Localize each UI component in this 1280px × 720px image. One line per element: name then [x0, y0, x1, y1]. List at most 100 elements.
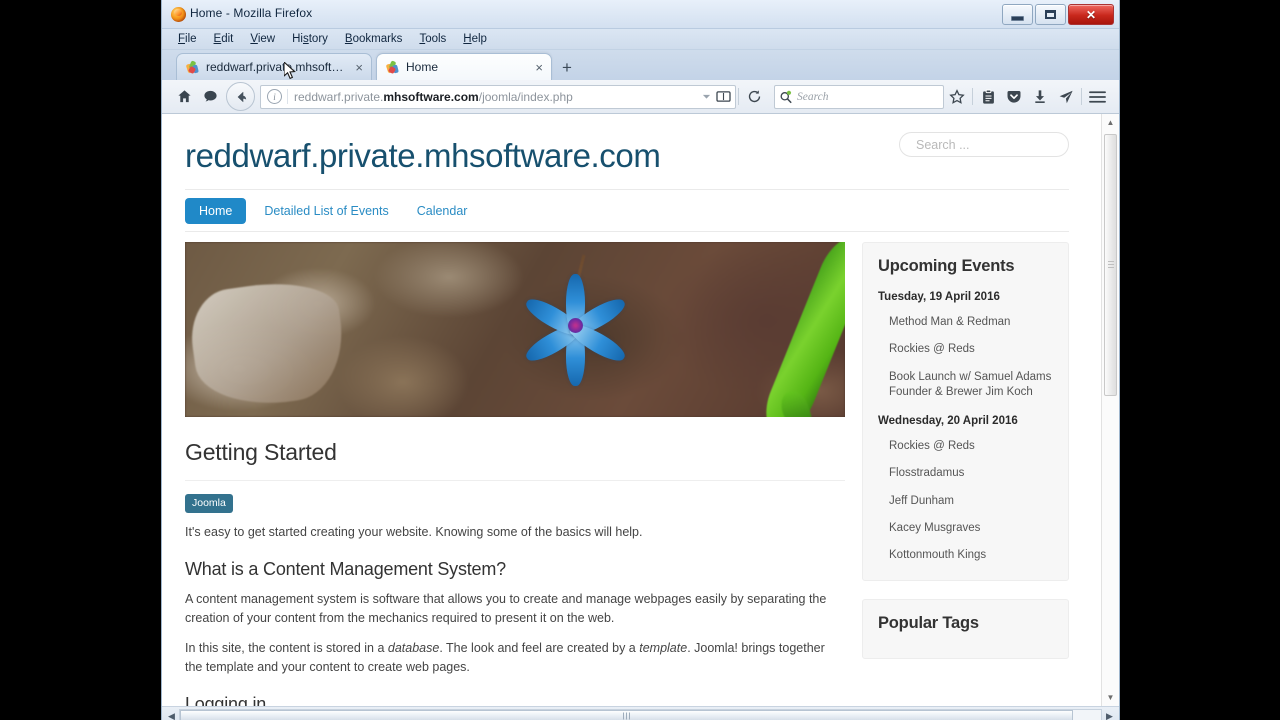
event-item[interactable]: Rockies @ Reds	[878, 439, 1053, 454]
menu-item-view[interactable]: View	[247, 32, 278, 46]
article-heading-login: Logging in	[185, 693, 267, 707]
article-intro: It's easy to get started creating your w…	[185, 525, 643, 539]
article-heading-cms: What is a Content Management System?	[185, 558, 506, 579]
main-navigation: Home Detailed List of Events Calendar	[185, 190, 1069, 232]
browser-search-placeholder: Search	[797, 90, 829, 103]
event-date-1: Tuesday, 19 April 2016	[878, 291, 1000, 303]
sidebar-column: Upcoming Events Tuesday, 19 April 2016 M…	[862, 242, 1069, 706]
back-button[interactable]	[226, 82, 255, 111]
dropdown-arrow-icon[interactable]	[698, 92, 715, 101]
tab-strip: reddwarf.private.mhsoftwa... × Home × +	[162, 50, 1119, 80]
home-icon[interactable]	[171, 84, 197, 110]
event-item[interactable]: Kacey Musgraves	[878, 521, 1053, 536]
toolbar-divider	[972, 88, 973, 105]
blue-flower-shape	[510, 254, 640, 406]
library-icon[interactable]	[975, 84, 1001, 110]
scroll-thumb-grip	[622, 712, 631, 720]
module-title-popular-tags: Popular Tags	[878, 613, 979, 632]
url-domain: mhsoftware.com	[383, 89, 479, 104]
tab-title-2: Home	[406, 60, 439, 74]
pocket-icon[interactable]	[1001, 84, 1027, 110]
horizontal-scrollbar[interactable]: ◀ ▶	[162, 707, 1119, 720]
new-tab-button[interactable]: +	[562, 59, 572, 76]
event-item[interactable]: Book Launch w/ Samuel Adams Founder & Br…	[878, 370, 1053, 401]
close-icon: ✕	[1085, 7, 1097, 22]
nav-item-detailed-list-of-events[interactable]: Detailed List of Events	[254, 198, 398, 224]
letterbox-right	[1120, 0, 1280, 720]
scroll-left-icon[interactable]: ◀	[164, 711, 179, 720]
browser-tab-2[interactable]: Home ×	[376, 53, 552, 80]
nav-item-home[interactable]: Home	[185, 197, 247, 224]
scroll-up-icon[interactable]: ▲	[1102, 114, 1119, 131]
reload-icon[interactable]	[741, 84, 767, 110]
toolbar-divider	[1081, 88, 1082, 105]
joomla-favicon-icon	[185, 60, 200, 75]
module-popular-tags: Popular Tags	[862, 598, 1069, 659]
event-item[interactable]: Method Man & Redman	[878, 315, 1053, 330]
hero-image	[185, 242, 845, 417]
vertical-scrollbar[interactable]: ▲ ▼	[1101, 114, 1119, 706]
downloads-icon[interactable]	[1027, 84, 1053, 110]
send-tab-icon[interactable]	[1053, 84, 1079, 110]
maximize-button[interactable]	[1035, 4, 1066, 25]
nav-item-calendar[interactable]: Calendar	[407, 198, 478, 224]
window-title: Home - Mozilla Firefox	[190, 6, 313, 20]
scroll-right-icon[interactable]: ▶	[1102, 711, 1117, 720]
mouse-cursor-icon	[284, 62, 296, 80]
chat-icon[interactable]	[197, 84, 223, 110]
bookmark-star-icon[interactable]	[944, 84, 970, 110]
tab-close-icon-2[interactable]: ×	[535, 61, 543, 74]
article-tag-badge[interactable]: Joomla	[185, 494, 233, 513]
minimize-button[interactable]	[1002, 4, 1033, 25]
firefox-window: Home - Mozilla Firefox ✕ File Edit View …	[161, 0, 1120, 720]
content-columns: Getting Started Joomla It's easy to get …	[185, 232, 1069, 706]
main-content-column: Getting Started Joomla It's easy to get …	[185, 242, 845, 706]
menu-item-help[interactable]: Help	[460, 32, 490, 46]
browser-tab-1[interactable]: reddwarf.private.mhsoftwa... ×	[176, 53, 372, 80]
article-divider	[185, 480, 845, 481]
page-viewport: reddwarf.private.mhsoftware.com Search .…	[162, 114, 1119, 707]
event-date-2: Wednesday, 20 April 2016	[878, 415, 1018, 428]
menu-item-tools[interactable]: Tools	[416, 32, 449, 46]
event-item[interactable]: Jeff Dunham	[878, 494, 1053, 509]
window-controls: ✕	[1002, 4, 1114, 25]
horizontal-scroll-track[interactable]	[179, 709, 1102, 720]
menu-item-edit[interactable]: Edit	[211, 32, 237, 46]
close-button[interactable]: ✕	[1068, 4, 1114, 25]
module-title-upcoming-events: Upcoming Events	[878, 257, 1015, 275]
url-suffix: /joomla/index.php	[478, 89, 573, 104]
menu-item-bookmarks[interactable]: Bookmarks	[342, 32, 406, 46]
scroll-down-icon[interactable]: ▼	[1102, 689, 1119, 706]
reader-mode-icon[interactable]	[715, 90, 732, 103]
site-search-placeholder: Search ...	[916, 137, 970, 152]
event-item[interactable]: Rockies @ Reds	[878, 342, 1053, 357]
site-search-input[interactable]: Search ...	[899, 132, 1069, 157]
identity-info-icon[interactable]: i	[267, 89, 282, 104]
toolbar-divider	[738, 88, 739, 105]
url-text: reddwarf.private.mhsoftware.com/joomla/i…	[294, 90, 698, 104]
menu-bar: File Edit View History Bookmarks Tools H…	[162, 29, 1119, 50]
web-page: reddwarf.private.mhsoftware.com Search .…	[162, 114, 1102, 706]
url-separator	[287, 89, 288, 104]
minimize-icon	[1011, 15, 1024, 21]
article-para-cms-2: In this site, the content is stored in a…	[185, 640, 825, 675]
url-bar[interactable]: i reddwarf.private.mhsoftware.com/joomla…	[260, 84, 736, 109]
browser-search-bar[interactable]: Search	[774, 84, 944, 109]
horizontal-scroll-thumb[interactable]	[180, 710, 1074, 720]
maximize-icon	[1045, 10, 1056, 19]
firefox-icon	[171, 7, 186, 22]
title-bar: Home - Mozilla Firefox ✕	[162, 0, 1119, 29]
tab-close-icon-1[interactable]: ×	[355, 61, 363, 74]
url-prefix: reddwarf.private.	[294, 89, 384, 104]
scroll-thumb-grip	[1108, 261, 1114, 269]
menu-hamburger-icon[interactable]	[1084, 84, 1110, 110]
event-item[interactable]: Kottonmouth Kings	[878, 548, 1053, 563]
vertical-scroll-thumb[interactable]	[1104, 134, 1117, 396]
module-upcoming-events: Upcoming Events Tuesday, 19 April 2016 M…	[862, 242, 1069, 581]
event-item[interactable]: Flosstradamus	[878, 466, 1053, 481]
tab-title-1: reddwarf.private.mhsoftwa...	[206, 60, 350, 74]
navigation-toolbar: i reddwarf.private.mhsoftware.com/joomla…	[162, 80, 1119, 114]
menu-item-file[interactable]: File	[175, 32, 200, 46]
article-title: Getting Started	[185, 439, 337, 465]
menu-item-history[interactable]: History	[289, 32, 331, 46]
